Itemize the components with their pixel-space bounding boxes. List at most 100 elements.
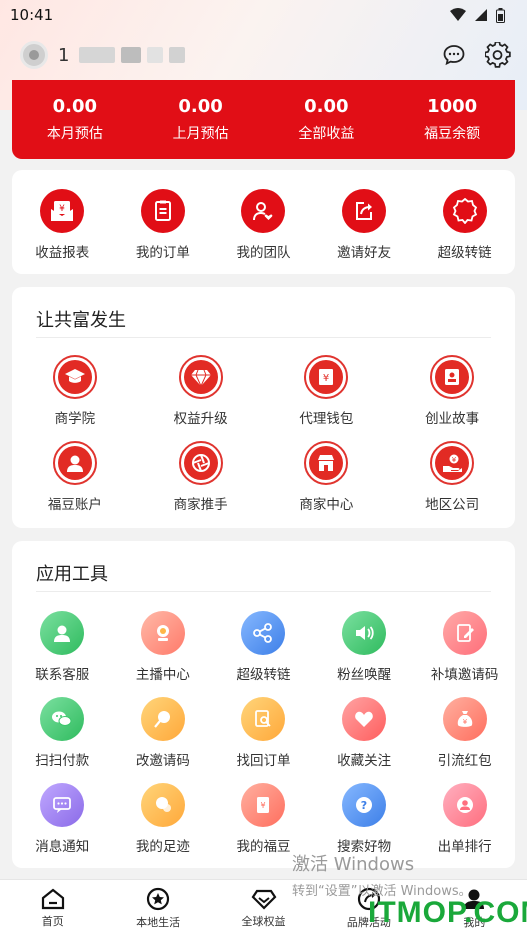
- svg-text:¥: ¥: [462, 718, 467, 726]
- tool-label: 主播中心: [135, 667, 190, 683]
- tool-label: 找回订单: [236, 753, 291, 769]
- nav-local-life[interactable]: 本地生活: [105, 880, 210, 937]
- money-bag-icon: ¥: [442, 697, 487, 741]
- diamond-icon: [178, 355, 223, 399]
- settings-gear-icon[interactable]: [485, 42, 511, 68]
- svg-text:¥: ¥: [323, 373, 329, 384]
- tool-message-notify[interactable]: 消息通知: [12, 783, 113, 855]
- tool-search-goods[interactable]: ? 搜索好物: [314, 783, 415, 855]
- nav-label: 首页: [41, 915, 64, 928]
- tool-label: 扫扫付款: [35, 753, 90, 769]
- wealth-label: 商家中心: [299, 497, 354, 513]
- wealth-label: 权益升级: [173, 411, 228, 427]
- quick-invite-friends[interactable]: 邀请好友: [314, 189, 415, 261]
- tool-fill-invite-code[interactable]: 补填邀请码: [414, 611, 515, 683]
- wealth-label: 代理钱包: [299, 411, 354, 427]
- aperture-icon: [178, 441, 223, 485]
- wealth-merchant-center[interactable]: 商家中心: [264, 441, 390, 513]
- svg-text:¥: ¥: [452, 456, 457, 464]
- username: 1: [58, 44, 70, 66]
- bean-bag-icon: ¥: [241, 783, 286, 827]
- wealth-merchant-promoter[interactable]: 商家推手: [138, 441, 264, 513]
- share-nodes-icon: [241, 611, 286, 655]
- team-heart-icon: [241, 189, 286, 233]
- wechat-icon: [40, 697, 85, 741]
- tool-change-invite-code[interactable]: 改邀请码: [113, 697, 214, 769]
- tool-label: 消息通知: [35, 839, 90, 855]
- wealth-upgrade[interactable]: 权益升级: [138, 355, 264, 427]
- wealth-agent-wallet[interactable]: ¥ 代理钱包: [264, 355, 390, 427]
- tool-label: 我的福豆: [236, 839, 291, 855]
- wifi-icon: [450, 8, 466, 21]
- tool-scan-pay[interactable]: 扫扫付款: [12, 697, 113, 769]
- earning-total[interactable]: 0.00 全部收益: [264, 80, 390, 159]
- site-logo-watermark: ITMOP.COM: [368, 896, 527, 929]
- home-icon: [41, 888, 64, 910]
- section-title: 应用工具: [36, 564, 108, 585]
- wealth-label: 地区公司: [425, 497, 480, 513]
- tool-order-ranking[interactable]: 出单排行: [414, 783, 515, 855]
- app-tools-card: 应用工具 联系客服 主播中心 超级转链 粉丝唤醒 补填邀请码 扫扫付款 改邀请码…: [12, 541, 515, 868]
- wealth-startup-story[interactable]: 创业故事: [389, 355, 515, 427]
- tool-my-beans[interactable]: ¥ 我的福豆: [213, 783, 314, 855]
- wealth-regional-company[interactable]: ¥ 地区公司: [389, 441, 515, 513]
- tool-favorites[interactable]: 收藏关注: [314, 697, 415, 769]
- svg-text:?: ?: [361, 799, 367, 812]
- earning-value: 0.00: [304, 96, 349, 117]
- avatar[interactable]: [20, 41, 48, 69]
- watermark-line1: 激活 Windows: [292, 854, 415, 875]
- earning-label: 福豆余额: [424, 126, 481, 142]
- divider: [36, 337, 491, 338]
- nav-label: 本地生活: [136, 916, 181, 929]
- tool-label: 我的足迹: [135, 839, 190, 855]
- speaker-icon: [342, 611, 387, 655]
- tool-fan-wakeup[interactable]: 粉丝唤醒: [314, 611, 415, 683]
- svg-text:¥: ¥: [261, 801, 266, 810]
- quick-label: 我的团队: [236, 245, 291, 261]
- quick-super-link[interactable]: 超级转链: [414, 189, 515, 261]
- tool-anchor-center[interactable]: 主播中心: [113, 611, 214, 683]
- wealth-business-school[interactable]: 商学院: [12, 355, 138, 427]
- quick-label: 收益报表: [35, 245, 90, 261]
- badge-icon: [442, 189, 487, 233]
- earning-last-month[interactable]: 0.00 上月预估: [138, 80, 264, 159]
- quick-label: 超级转链: [437, 245, 492, 261]
- question-icon: ?: [342, 783, 387, 827]
- wealth-bean-account[interactable]: 福豆账户: [12, 441, 138, 513]
- common-wealth-card: 让共富发生 商学院 权益升级 ¥ 代理钱包 创业故事 福豆账户 商家推手 商家中…: [12, 287, 515, 528]
- earning-value: 1000: [427, 96, 478, 117]
- tool-recover-order[interactable]: 找回订单: [213, 697, 314, 769]
- tool-traffic-redpacket[interactable]: ¥ 引流红包: [414, 697, 515, 769]
- nav-home[interactable]: 首页: [0, 880, 105, 937]
- tool-my-footprint[interactable]: 我的足迹: [113, 783, 214, 855]
- tool-super-link[interactable]: 超级转链: [213, 611, 314, 683]
- quick-income-report[interactable]: ¥ 收益报表: [12, 189, 113, 261]
- earning-month[interactable]: 0.00 本月预估: [12, 80, 138, 159]
- hand-coin-icon: ¥: [430, 441, 475, 485]
- quick-menu-card: ¥ 收益报表 我的订单 我的团队 邀请好友 超级转链: [12, 170, 515, 274]
- tool-contact-service[interactable]: 联系客服: [12, 611, 113, 683]
- earning-label: 本月预估: [46, 126, 103, 142]
- windows-activation-watermark: 激活 Windows 转到“设置”以激活 Windows。: [292, 850, 472, 899]
- local-star-icon: [147, 887, 170, 911]
- search-doc-icon: [241, 697, 286, 741]
- earning-label: 全部收益: [298, 126, 355, 142]
- earning-value: 0.00: [52, 96, 98, 117]
- camera-icon: [140, 611, 185, 655]
- footprint-icon: [140, 783, 185, 827]
- customer-service-icon: [40, 611, 85, 655]
- signal-icon: [475, 9, 487, 21]
- global-diamond-icon: [251, 889, 276, 910]
- quick-my-team[interactable]: 我的团队: [213, 189, 314, 261]
- tool-label: 超级转链: [236, 667, 291, 683]
- tool-label: 补填邀请码: [430, 667, 499, 683]
- quick-my-orders[interactable]: 我的订单: [113, 189, 214, 261]
- message-icon[interactable]: [441, 42, 467, 68]
- earning-bean-balance[interactable]: 1000 福豆余额: [389, 80, 515, 159]
- wealth-label: 商家推手: [173, 497, 228, 513]
- username-redacted: [79, 47, 186, 63]
- tool-label: 收藏关注: [337, 753, 392, 769]
- account-user-icon: [52, 441, 97, 485]
- wallet-icon: ¥: [304, 355, 349, 399]
- rank-user-icon: [442, 783, 487, 827]
